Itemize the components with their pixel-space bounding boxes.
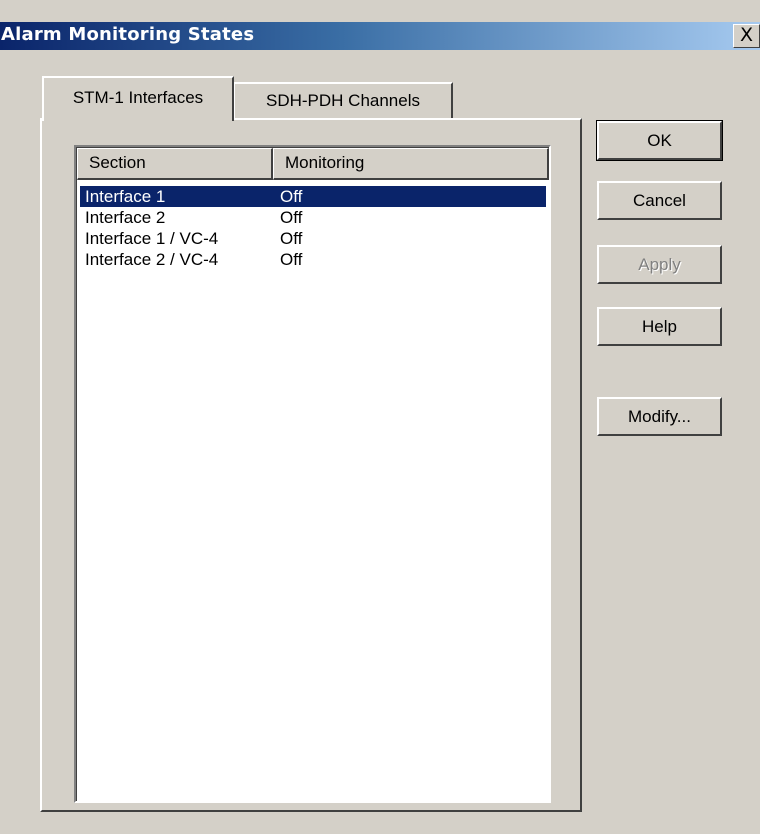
tab-sdh-pdh-channels[interactable]: SDH-PDH Channels: [233, 82, 453, 118]
list-row[interactable]: Interface 1 / VC-4 Off: [80, 228, 546, 249]
list-rows: Interface 1 Off Interface 2 Off Interfac…: [80, 186, 546, 270]
column-header-monitoring[interactable]: Monitoring: [273, 148, 549, 180]
list-row[interactable]: Interface 2 / VC-4 Off: [80, 249, 546, 270]
list-row[interactable]: Interface 2 Off: [80, 207, 546, 228]
cancel-button[interactable]: Cancel: [597, 181, 722, 220]
row-monitoring: Off: [280, 187, 303, 206]
row-monitoring: Off: [280, 250, 303, 269]
row-monitoring: Off: [280, 229, 303, 248]
list-header: Section Monitoring: [77, 148, 549, 180]
row-section: Interface 1: [85, 187, 166, 206]
list-row[interactable]: Interface 1 Off: [80, 186, 546, 207]
help-button[interactable]: Help: [597, 307, 722, 346]
close-icon: X: [739, 24, 754, 46]
title-bar[interactable]: Alarm Monitoring States X: [0, 22, 760, 50]
ok-button[interactable]: OK: [596, 120, 723, 161]
section-list[interactable]: Section Monitoring Interface 1 Off Inter…: [74, 145, 551, 803]
row-section: Interface 2 / VC-4: [85, 250, 219, 269]
apply-button[interactable]: Apply: [597, 245, 722, 284]
row-section: Interface 1 / VC-4: [85, 229, 219, 248]
window-title: Alarm Monitoring States: [1, 24, 255, 45]
modify-button[interactable]: Modify...: [597, 397, 722, 436]
column-header-section[interactable]: Section: [77, 148, 273, 180]
close-button[interactable]: X: [733, 24, 760, 48]
tab-stm1-interfaces[interactable]: STM-1 Interfaces: [42, 76, 234, 121]
row-section: Interface 2: [85, 208, 166, 227]
row-monitoring: Off: [280, 208, 303, 227]
